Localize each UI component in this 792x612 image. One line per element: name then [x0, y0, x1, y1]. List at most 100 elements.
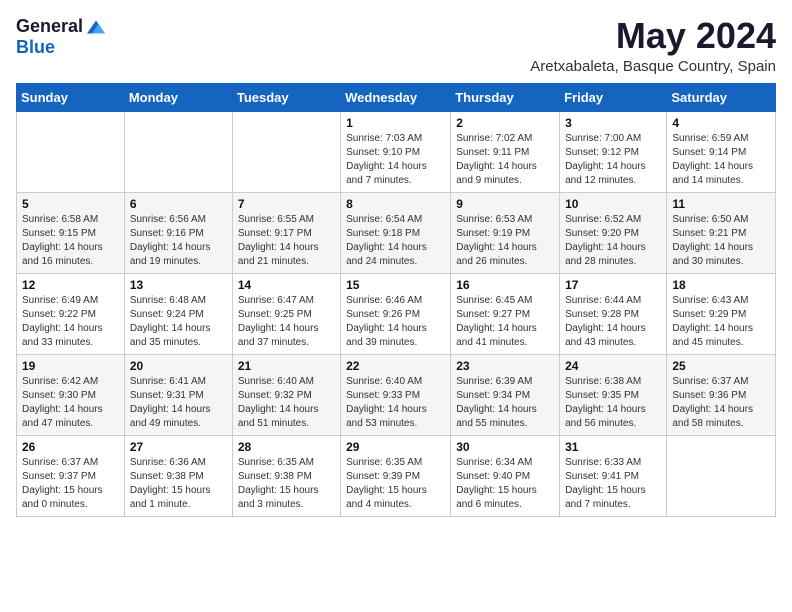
location-subtitle: Aretxabaleta, Basque Country, Spain — [530, 58, 776, 75]
day-number: 31 — [565, 440, 661, 454]
day-number: 3 — [565, 116, 661, 130]
day-number: 1 — [346, 116, 445, 130]
table-row: 8Sunrise: 6:54 AM Sunset: 9:18 PM Daylig… — [341, 192, 451, 273]
day-number: 9 — [456, 197, 554, 211]
logo-icon — [87, 20, 105, 34]
table-row: 4 Sunrise: 6:59 AM Sunset: 9:14 PM Daylig… — [667, 111, 776, 192]
table-row: 17 Sunrise: 6:44 AM Sunset: 9:28 PM Dayli… — [560, 273, 667, 354]
day-number: 29 — [346, 440, 445, 454]
day-info: Sunrise: 6:36 AM Sunset: 9:38 PM Dayligh… — [130, 456, 227, 512]
table-row: 18Sunrise: 6:43 AM Sunset: 9:29 PM Dayli… — [667, 273, 776, 354]
day-number: 27 — [130, 440, 227, 454]
table-row: 27 Sunrise: 6:36 AM Sunset: 9:38 PM Dayli… — [124, 435, 232, 516]
table-row: 31 Sunrise: 6:33 AM Sunset: 9:41 PM Dayli… — [560, 435, 667, 516]
day-number: 19 — [22, 359, 119, 373]
day-number: 22 — [346, 359, 445, 373]
calendar-header-row: Sunday Monday Tuesday Wednesday Thursday… — [17, 83, 776, 111]
table-row: 23 Sunrise: 6:39 AM Sunset: 9:34 PM Dayli… — [451, 354, 560, 435]
table-row: 21 Sunrise: 6:40 AM Sunset: 9:32 PM Dayli… — [232, 354, 340, 435]
day-info: Sunrise: 6:34 AM Sunset: 9:40 PM Dayligh… — [456, 456, 554, 512]
day-info: Sunrise: 6:42 AM Sunset: 9:30 PM Dayligh… — [22, 375, 119, 431]
table-row: 30 Sunrise: 6:34 AM Sunset: 9:40 PM Dayli… — [451, 435, 560, 516]
day-info: Sunrise: 6:39 AM Sunset: 9:34 PM Dayligh… — [456, 375, 554, 431]
table-row: 20 Sunrise: 6:41 AM Sunset: 9:31 PM Dayli… — [124, 354, 232, 435]
day-info: Sunrise: 6:38 AM Sunset: 9:35 PM Dayligh… — [565, 375, 661, 431]
table-row: 7 Sunrise: 6:55 AM Sunset: 9:17 PM Daylig… — [232, 192, 340, 273]
day-info: Sunrise: 7:02 AM Sunset: 9:11 PM Dayligh… — [456, 132, 554, 188]
table-row: 22 Sunrise: 6:40 AM Sunset: 9:33 PM Dayli… — [341, 354, 451, 435]
day-info: Sunrise: 6:48 AM Sunset: 9:24 PM Dayligh… — [130, 294, 227, 350]
day-info: Sunrise: 6:45 AM Sunset: 9:27 PM Dayligh… — [456, 294, 554, 350]
day-number: 10 — [565, 197, 661, 211]
day-info: Sunrise: 6:40 AM Sunset: 9:32 PM Dayligh… — [238, 375, 335, 431]
day-number: 16 — [456, 278, 554, 292]
page-header: General Blue May 2024 Aretxabaleta, Basq… — [16, 16, 776, 75]
calendar-week-row: 1 Sunrise: 7:03 AM Sunset: 9:10 PM Daylig… — [17, 111, 776, 192]
month-title: May 2024 — [530, 16, 776, 56]
col-wednesday: Wednesday — [341, 83, 451, 111]
table-row: 24Sunrise: 6:38 AM Sunset: 9:35 PM Dayli… — [560, 354, 667, 435]
calendar-week-row: 5 Sunrise: 6:58 AM Sunset: 9:15 PM Daylig… — [17, 192, 776, 273]
table-row — [124, 111, 232, 192]
logo-general: General — [16, 16, 83, 37]
day-number: 20 — [130, 359, 227, 373]
day-number: 4 — [672, 116, 770, 130]
day-info: Sunrise: 7:00 AM Sunset: 9:12 PM Dayligh… — [565, 132, 661, 188]
day-info: Sunrise: 6:40 AM Sunset: 9:33 PM Dayligh… — [346, 375, 445, 431]
day-number: 12 — [22, 278, 119, 292]
col-thursday: Thursday — [451, 83, 560, 111]
table-row: 26Sunrise: 6:37 AM Sunset: 9:37 PM Dayli… — [17, 435, 125, 516]
day-info: Sunrise: 6:41 AM Sunset: 9:31 PM Dayligh… — [130, 375, 227, 431]
day-number: 21 — [238, 359, 335, 373]
table-row: 3 Sunrise: 7:00 AM Sunset: 9:12 PM Daylig… — [560, 111, 667, 192]
day-info: Sunrise: 6:46 AM Sunset: 9:26 PM Dayligh… — [346, 294, 445, 350]
day-number: 25 — [672, 359, 770, 373]
day-number: 23 — [456, 359, 554, 373]
table-row: 15 Sunrise: 6:46 AM Sunset: 9:26 PM Dayli… — [341, 273, 451, 354]
table-row: 29 Sunrise: 6:35 AM Sunset: 9:39 PM Dayli… — [341, 435, 451, 516]
day-info: Sunrise: 6:35 AM Sunset: 9:39 PM Dayligh… — [346, 456, 445, 512]
col-tuesday: Tuesday — [232, 83, 340, 111]
day-info: Sunrise: 6:37 AM Sunset: 9:36 PM Dayligh… — [672, 375, 770, 431]
table-row: 28 Sunrise: 6:35 AM Sunset: 9:38 PM Dayli… — [232, 435, 340, 516]
table-row: 2 Sunrise: 7:02 AM Sunset: 9:11 PM Daylig… — [451, 111, 560, 192]
calendar-week-row: 19 Sunrise: 6:42 AM Sunset: 9:30 PM Dayli… — [17, 354, 776, 435]
col-friday: Friday — [560, 83, 667, 111]
day-info: Sunrise: 6:54 AM Sunset: 9:18 PM Dayligh… — [346, 213, 445, 269]
day-info: Sunrise: 6:35 AM Sunset: 9:38 PM Dayligh… — [238, 456, 335, 512]
day-info: Sunrise: 7:03 AM Sunset: 9:10 PM Dayligh… — [346, 132, 445, 188]
title-block: May 2024 Aretxabaleta, Basque Country, S… — [530, 16, 776, 75]
table-row — [232, 111, 340, 192]
logo-blue: Blue — [16, 37, 55, 58]
col-monday: Monday — [124, 83, 232, 111]
day-info: Sunrise: 6:59 AM Sunset: 9:14 PM Dayligh… — [672, 132, 770, 188]
day-number: 15 — [346, 278, 445, 292]
day-number: 28 — [238, 440, 335, 454]
day-info: Sunrise: 6:53 AM Sunset: 9:19 PM Dayligh… — [456, 213, 554, 269]
day-number: 17 — [565, 278, 661, 292]
day-number: 5 — [22, 197, 119, 211]
day-info: Sunrise: 6:52 AM Sunset: 9:20 PM Dayligh… — [565, 213, 661, 269]
table-row: 12 Sunrise: 6:49 AM Sunset: 9:22 PM Dayli… — [17, 273, 125, 354]
day-number: 11 — [672, 197, 770, 211]
day-number: 26 — [22, 440, 119, 454]
day-info: Sunrise: 6:49 AM Sunset: 9:22 PM Dayligh… — [22, 294, 119, 350]
day-info: Sunrise: 6:55 AM Sunset: 9:17 PM Dayligh… — [238, 213, 335, 269]
day-number: 30 — [456, 440, 554, 454]
day-number: 18 — [672, 278, 770, 292]
col-sunday: Sunday — [17, 83, 125, 111]
day-info: Sunrise: 6:58 AM Sunset: 9:15 PM Dayligh… — [22, 213, 119, 269]
table-row: 1 Sunrise: 7:03 AM Sunset: 9:10 PM Daylig… — [341, 111, 451, 192]
calendar-table: Sunday Monday Tuesday Wednesday Thursday… — [16, 83, 776, 517]
calendar-week-row: 12 Sunrise: 6:49 AM Sunset: 9:22 PM Dayli… — [17, 273, 776, 354]
day-info: Sunrise: 6:47 AM Sunset: 9:25 PM Dayligh… — [238, 294, 335, 350]
day-info: Sunrise: 6:44 AM Sunset: 9:28 PM Dayligh… — [565, 294, 661, 350]
table-row: 10 Sunrise: 6:52 AM Sunset: 9:20 PM Dayli… — [560, 192, 667, 273]
table-row: 11Sunrise: 6:50 AM Sunset: 9:21 PM Dayli… — [667, 192, 776, 273]
table-row: 9 Sunrise: 6:53 AM Sunset: 9:19 PM Daylig… — [451, 192, 560, 273]
day-info: Sunrise: 6:33 AM Sunset: 9:41 PM Dayligh… — [565, 456, 661, 512]
table-row: 13Sunrise: 6:48 AM Sunset: 9:24 PM Dayli… — [124, 273, 232, 354]
day-number: 2 — [456, 116, 554, 130]
day-number: 7 — [238, 197, 335, 211]
table-row — [17, 111, 125, 192]
